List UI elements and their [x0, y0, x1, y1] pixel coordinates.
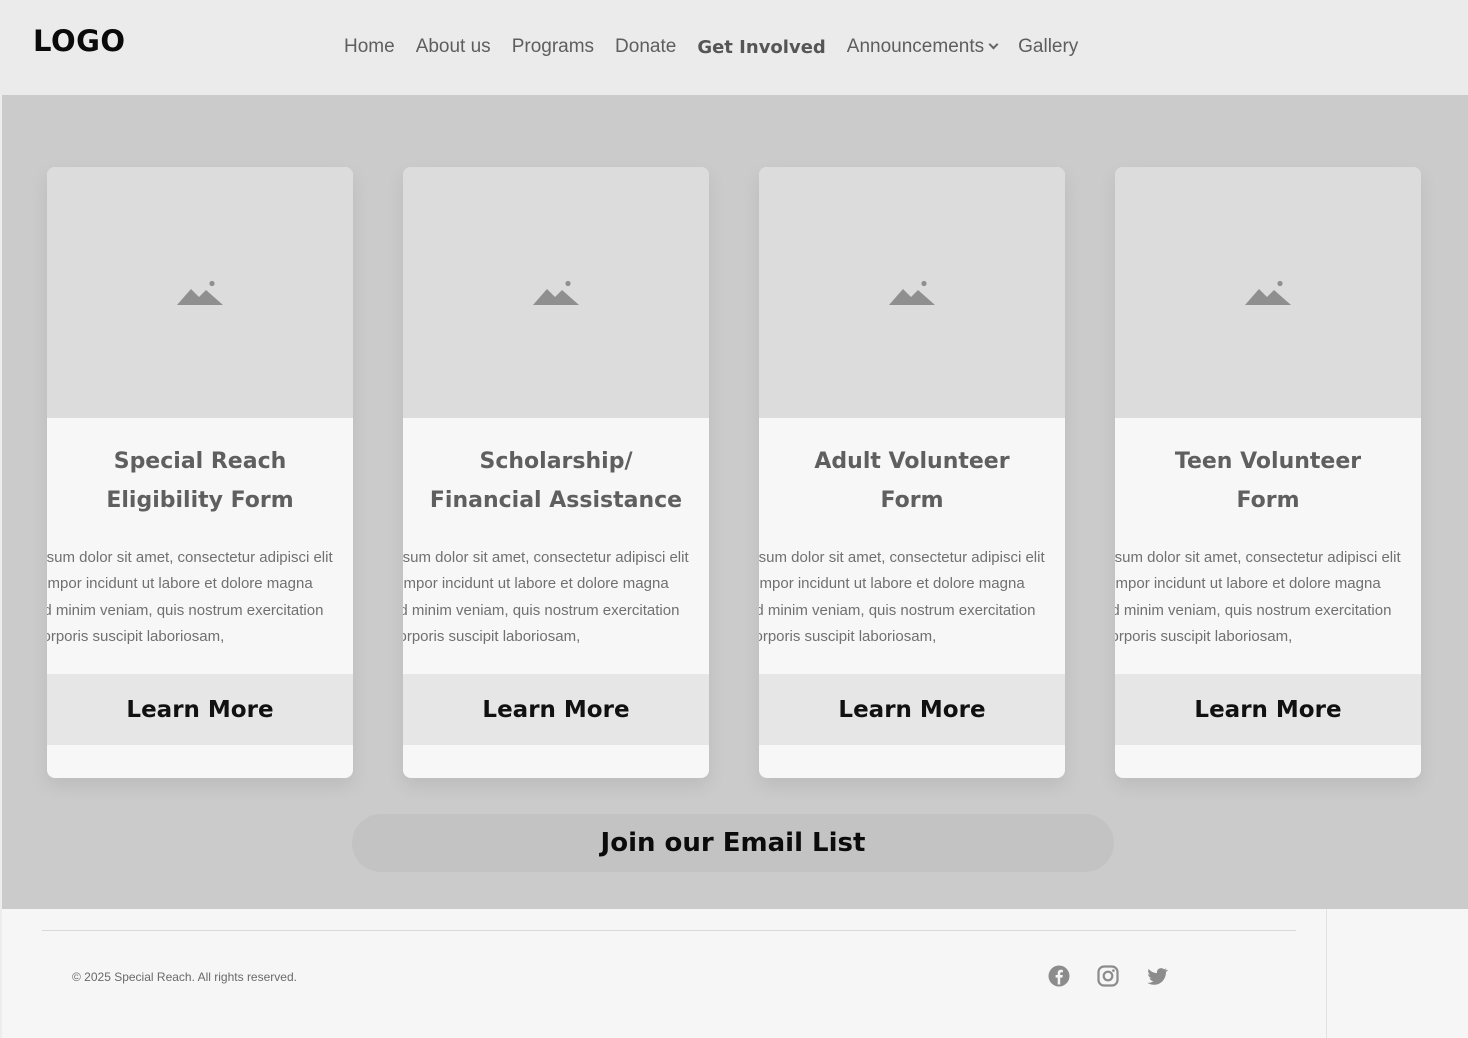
facebook-icon[interactable]	[1047, 964, 1071, 988]
logo[interactable]: LOGO	[33, 24, 126, 58]
card-body-clip: ipsum dolor sit amet, consectetur adipis…	[47, 545, 353, 655]
learn-more-button[interactable]: Learn More	[1115, 674, 1421, 745]
image-placeholder-icon	[889, 280, 935, 305]
footer-divider	[42, 930, 1296, 931]
nav-announcements[interactable]: Announcements	[846, 36, 999, 58]
learn-more-button[interactable]: Learn More	[47, 674, 353, 745]
nav-donate[interactable]: Donate	[615, 36, 676, 58]
card-title: Adult Volunteer Form	[814, 449, 1010, 513]
card-body-clip: ipsum dolor sit amet, consectetur adipis…	[403, 545, 709, 655]
card-body: ipsum dolor sit amet, consectetur adipis…	[759, 549, 1045, 645]
chevron-down-icon	[988, 39, 999, 50]
nav-gallery[interactable]: Gallery	[1018, 36, 1078, 58]
card-teen-volunteer: Teen Volunteer Form ipsum dolor sit amet…	[1115, 167, 1421, 778]
card-image	[403, 167, 709, 418]
card-scholarship-financial-assistance: Scholarship/ Financial Assistance ipsum …	[403, 167, 709, 778]
footer-side-divider	[1326, 909, 1327, 1038]
card-title: Teen Volunteer Form	[1174, 449, 1362, 513]
image-placeholder-icon	[177, 280, 223, 305]
card-adult-volunteer: Adult Volunteer Form ipsum dolor sit ame…	[759, 167, 1065, 778]
card-image	[759, 167, 1065, 418]
image-placeholder-icon	[533, 280, 579, 305]
twitter-icon[interactable]	[1145, 964, 1169, 988]
learn-more-button[interactable]: Learn More	[759, 674, 1065, 745]
site-footer: © 2025 Special Reach. All rights reserve…	[2, 909, 1468, 1038]
card-body: ipsum dolor sit amet, consectetur adipis…	[403, 549, 689, 645]
card-body-clip: ipsum dolor sit amet, consectetur adipis…	[1115, 545, 1421, 655]
nav-announcements-label: Announcements	[846, 36, 985, 57]
instagram-icon[interactable]	[1096, 964, 1120, 988]
card-body: ipsum dolor sit amet, consectetur adipis…	[1115, 549, 1401, 645]
nav-about-us[interactable]: About us	[416, 36, 491, 58]
nav-programs[interactable]: Programs	[512, 36, 594, 58]
card-title: Special Reach Eligibility Form	[106, 449, 294, 513]
card-image	[47, 167, 353, 418]
learn-more-button[interactable]: Learn More	[403, 674, 709, 745]
copyright-text: © 2025 Special Reach. All rights reserve…	[72, 970, 297, 984]
nav-home[interactable]: Home	[344, 36, 395, 58]
card-image	[1115, 167, 1421, 418]
card-body-clip: ipsum dolor sit amet, consectetur adipis…	[759, 545, 1065, 655]
main-nav: Home About us Programs Donate Get Involv…	[344, 34, 1099, 60]
card-special-reach-eligibility: Special Reach Eligibility Form ipsum dol…	[47, 167, 353, 778]
card-title: Scholarship/ Financial Assistance	[429, 449, 683, 513]
site-header: LOGO Home About us Programs Donate Get I…	[0, 0, 1468, 95]
join-email-list-button[interactable]: Join our Email List	[352, 814, 1114, 872]
forms-section: Special Reach Eligibility Form ipsum dol…	[2, 95, 1468, 909]
image-placeholder-icon	[1245, 280, 1291, 305]
nav-get-involved[interactable]: Get Involved	[697, 37, 825, 58]
card-body: ipsum dolor sit amet, consectetur adipis…	[47, 549, 333, 645]
